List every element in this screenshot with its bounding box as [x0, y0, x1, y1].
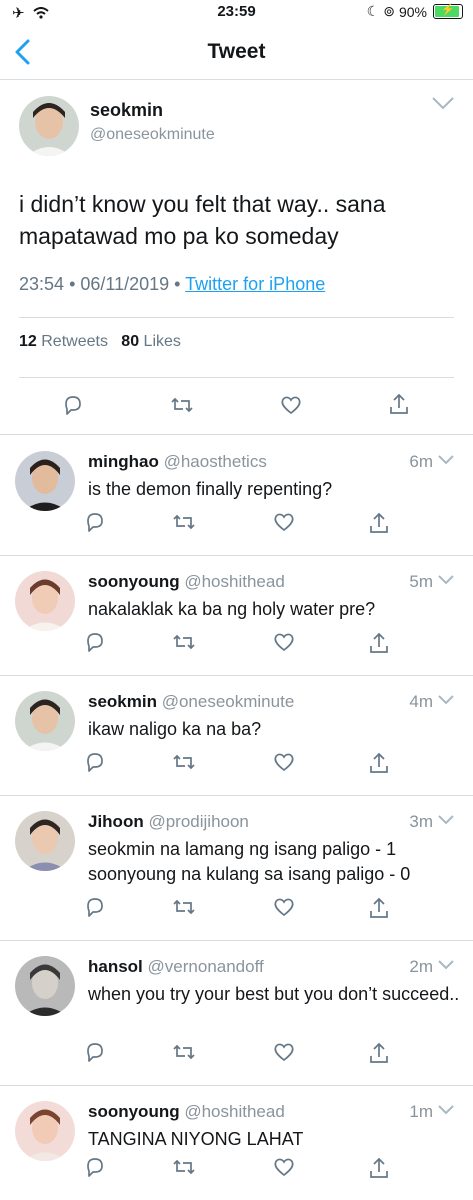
- moon-icon: ☾: [366, 3, 380, 19]
- retweets-label: Retweets: [41, 333, 108, 350]
- reply-icon[interactable]: [84, 511, 106, 533]
- chevron-down-icon[interactable]: [431, 96, 455, 110]
- heart-icon[interactable]: [273, 751, 295, 773]
- battery-percent: 90%: [398, 3, 427, 20]
- retweets-count: 12: [19, 333, 37, 350]
- retweet-icon[interactable]: [170, 394, 193, 416]
- retweet-icon[interactable]: [172, 511, 195, 533]
- reply-actions: [0, 676, 473, 795]
- reply-icon[interactable]: [84, 751, 106, 773]
- retweet-icon[interactable]: [172, 1041, 195, 1063]
- likes-count: 80: [121, 333, 140, 350]
- meta-separator: •: [69, 274, 76, 294]
- reply-tweet[interactable]: Jihoon @prodijihoon 3m seokmin na lamang…: [0, 796, 473, 941]
- reply-tweet[interactable]: hansol @vernonandoff 2m when you try you…: [0, 941, 473, 1086]
- divider: [19, 377, 454, 378]
- tweet-stats: 12 Retweets 80 Likes: [19, 333, 181, 351]
- author-name[interactable]: seokmin: [90, 100, 163, 121]
- share-icon[interactable]: [368, 1156, 390, 1178]
- reply-tweet[interactable]: minghao @haosthetics 6m is the demon fin…: [0, 436, 473, 556]
- reply-actions: [0, 796, 473, 940]
- heart-icon[interactable]: [273, 896, 295, 918]
- reply-tweet[interactable]: soonyoung @hoshithead 5m nakalaklak ka b…: [0, 556, 473, 676]
- meta-separator: •: [174, 274, 181, 294]
- heart-icon[interactable]: [273, 1156, 295, 1178]
- reply-tweet[interactable]: seokmin @oneseokminute 4m ikaw naligo ka…: [0, 676, 473, 796]
- tweet-source-link[interactable]: Twitter for iPhone: [185, 274, 325, 294]
- orientation-lock-icon: ⊚: [383, 3, 395, 19]
- divider: [19, 317, 454, 318]
- heart-icon[interactable]: [273, 511, 295, 533]
- avatar[interactable]: [19, 96, 79, 156]
- tweet-time: 23:54: [19, 274, 65, 294]
- reply-icon[interactable]: [84, 1041, 106, 1063]
- retweet-icon[interactable]: [172, 1156, 195, 1178]
- retweet-icon[interactable]: [172, 751, 195, 773]
- tweet-date: 06/11/2019: [80, 274, 170, 294]
- heart-icon[interactable]: [273, 1041, 295, 1063]
- reply-actions: [0, 941, 473, 1085]
- reply-icon[interactable]: [62, 394, 84, 416]
- battery-icon: ⚡: [433, 4, 463, 19]
- nav-bar: Tweet: [0, 26, 473, 80]
- reply-actions: [0, 1086, 473, 1200]
- reply-icon[interactable]: [84, 631, 106, 653]
- tweet-actions: [0, 380, 473, 434]
- reply-icon[interactable]: [84, 1156, 106, 1178]
- retweet-icon[interactable]: [172, 896, 195, 918]
- reply-icon[interactable]: [84, 896, 106, 918]
- reply-actions: [0, 556, 473, 675]
- heart-icon[interactable]: [280, 394, 302, 416]
- tweet-meta: 23:54 • 06/11/2019 • Twitter for iPhone: [19, 274, 325, 295]
- retweet-icon[interactable]: [172, 631, 195, 653]
- likes-label: Likes: [143, 333, 181, 350]
- status-right-icons: ☾ ⊚ 90% ⚡: [367, 3, 463, 20]
- likes-stat[interactable]: 80 Likes: [121, 333, 181, 350]
- reply-actions: [0, 436, 473, 555]
- share-icon[interactable]: [368, 631, 390, 653]
- share-icon[interactable]: [368, 896, 390, 918]
- page-title: Tweet: [207, 40, 266, 63]
- reply-tweet[interactable]: soonyoung @hoshithead 1m TANGINA NIYONG …: [0, 1086, 473, 1200]
- share-icon[interactable]: [368, 751, 390, 773]
- share-icon[interactable]: [388, 392, 410, 414]
- share-icon[interactable]: [368, 1041, 390, 1063]
- share-icon[interactable]: [368, 511, 390, 533]
- heart-icon[interactable]: [273, 631, 295, 653]
- tweet-text: i didn’t know you felt that way.. sana m…: [19, 191, 386, 249]
- author-handle[interactable]: @oneseokminute: [90, 126, 215, 144]
- status-bar: ✈ 23:59 ☾ ⊚ 90% ⚡: [0, 0, 473, 26]
- retweets-stat[interactable]: 12 Retweets: [19, 333, 108, 350]
- main-tweet: seokmin @oneseokminute i didn’t know you…: [0, 80, 473, 435]
